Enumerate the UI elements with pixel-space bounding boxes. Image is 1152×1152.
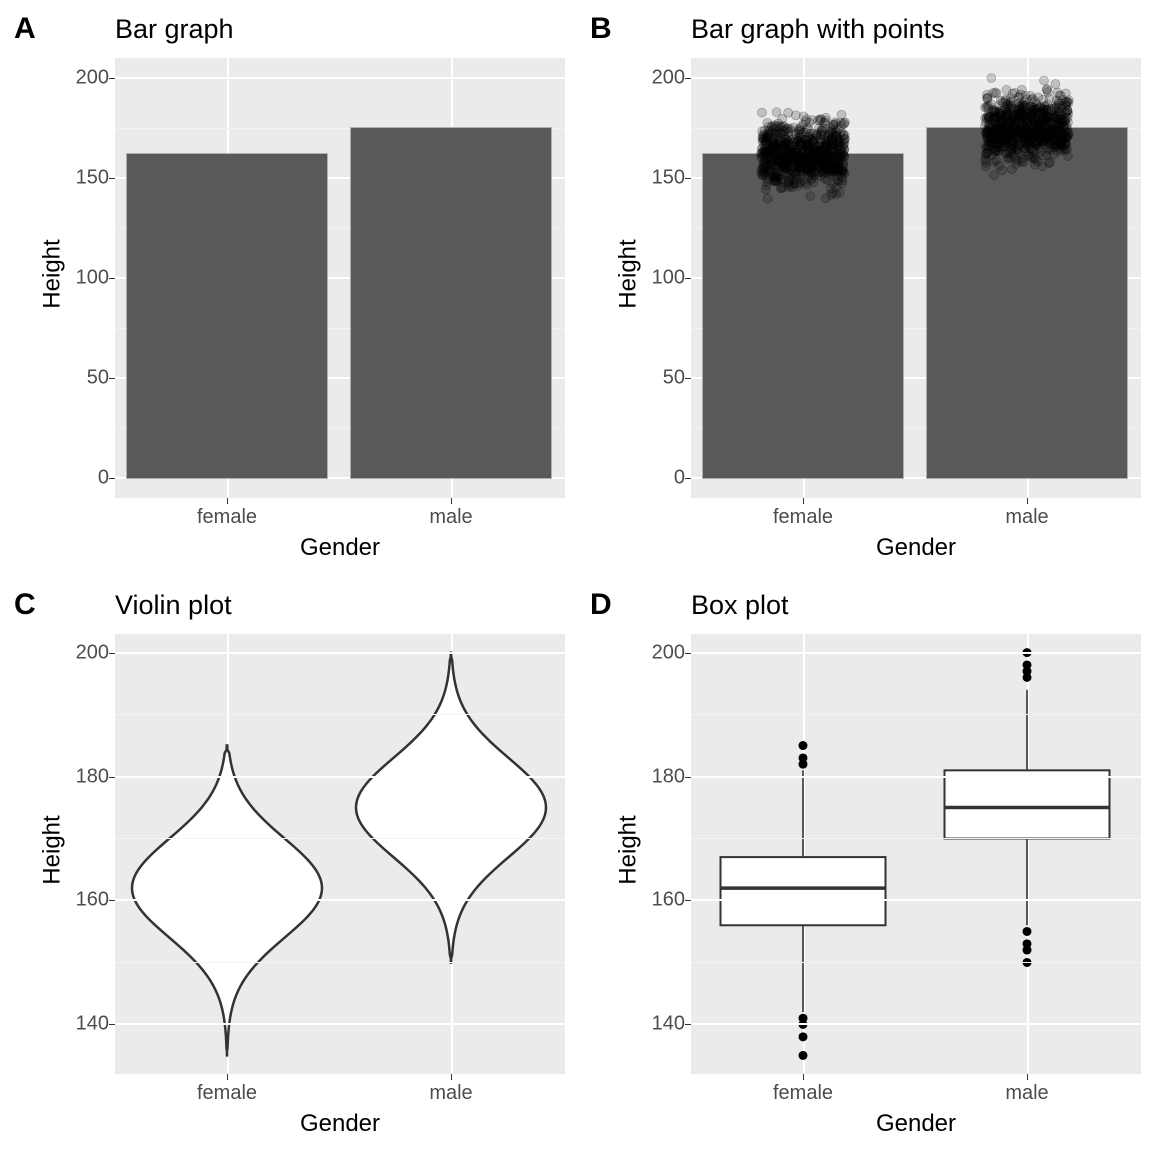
panel-title-a: Bar graph	[115, 14, 234, 45]
bar-male	[351, 128, 551, 478]
panel-title-d: Box plot	[691, 590, 789, 621]
xlabel-a: Gender	[300, 534, 380, 562]
plot-area-d: 140160180200femalemale	[691, 634, 1141, 1074]
xlabel-c: Gender	[300, 1110, 380, 1138]
panel-d: D Box plot Height Gender 140160180200fem…	[576, 576, 1152, 1152]
ylabel-d: Height	[615, 815, 643, 884]
plot-area-c: 140160180200femalemale	[115, 634, 565, 1074]
panel-tag-c: C	[14, 588, 36, 622]
bar-female	[127, 154, 327, 478]
plot-area-b: 050100150200femalemale	[691, 58, 1141, 498]
panel-tag-b: B	[590, 12, 612, 46]
points-svg	[691, 58, 1141, 498]
xlabel-b: Gender	[876, 534, 956, 562]
panel-title-c: Violin plot	[115, 590, 232, 621]
box-svg	[691, 634, 1141, 1074]
panel-title-b: Bar graph with points	[691, 14, 945, 45]
panel-c: C Violin plot Height Gender 140160180200…	[0, 576, 576, 1152]
ylabel-c: Height	[39, 815, 67, 884]
panel-tag-a: A	[14, 12, 36, 46]
ylabel-a: Height	[39, 239, 67, 308]
panel-a: A Bar graph Height Gender 050100150200fe…	[0, 0, 576, 576]
plot-area-a: 050100150200femalemale	[115, 58, 565, 498]
ylabel-b: Height	[615, 239, 643, 308]
violin-svg	[115, 634, 565, 1074]
panel-tag-d: D	[590, 588, 612, 622]
violin-male	[356, 653, 546, 963]
xlabel-d: Gender	[876, 1110, 956, 1138]
panel-b: B Bar graph with points Height Gender 05…	[576, 0, 1152, 576]
